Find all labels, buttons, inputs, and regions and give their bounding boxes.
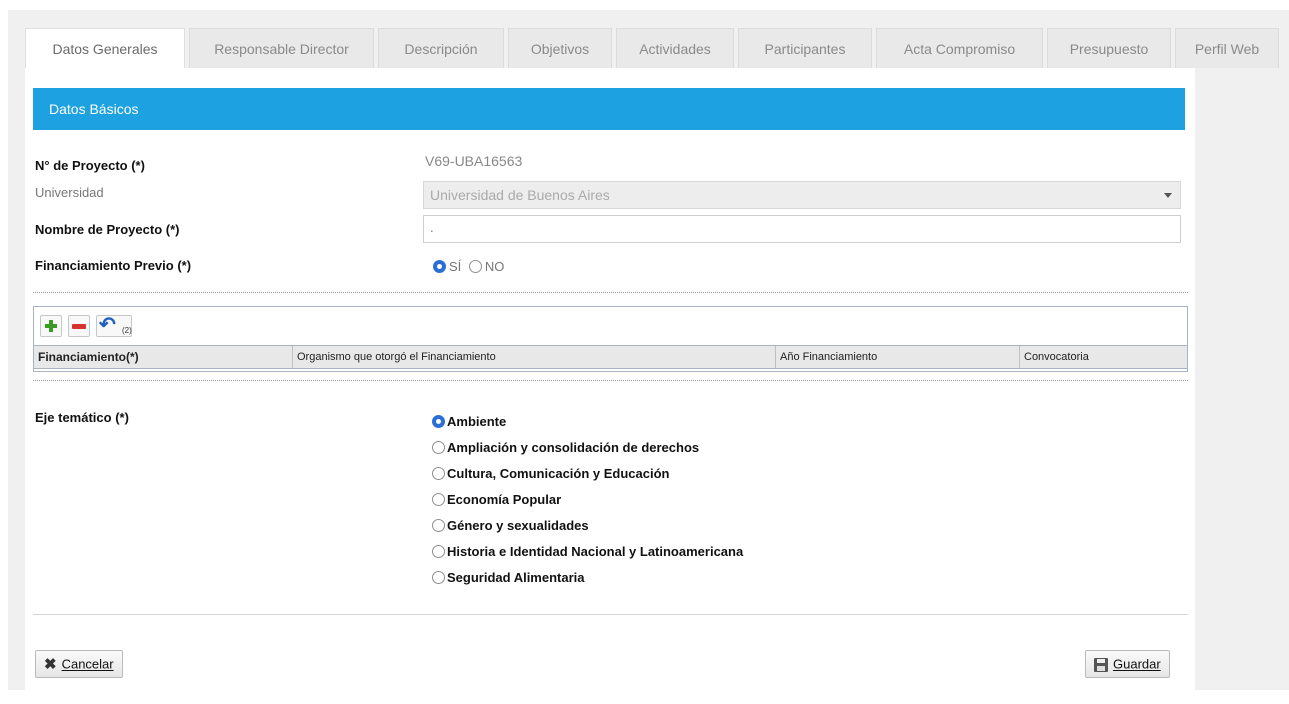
tab-datos-generales[interactable]: Datos Generales <box>25 28 185 69</box>
save-icon <box>1094 657 1108 672</box>
col-convocatoria[interactable]: Convocatoria <box>1020 346 1187 368</box>
nombre-input[interactable]: . <box>423 215 1181 243</box>
fin-si-radio[interactable] <box>433 260 446 274</box>
divider <box>33 292 1188 293</box>
fin-no-radio[interactable] <box>468 260 482 274</box>
undo-count: (2) <box>122 326 132 335</box>
tab-participantes[interactable]: Participantes <box>738 28 872 68</box>
tab-responsable-director[interactable]: Responsable Director <box>189 28 374 68</box>
divider <box>33 380 1188 381</box>
universidad-label: Universidad <box>35 185 104 200</box>
eje-radio[interactable] <box>432 493 445 507</box>
undo-icon: ↶ <box>99 314 116 336</box>
universidad-value: Universidad de Buenos Aires <box>430 187 610 203</box>
col-anio[interactable]: Año Financiamiento <box>776 346 1020 368</box>
eje-radio[interactable] <box>432 415 445 429</box>
form-panel: Datos Básicos N° de Proyecto (*) V69-UBA… <box>25 68 1195 690</box>
cancel-button[interactable]: ✖ Cancelar <box>35 650 123 678</box>
chevron-down-icon <box>1164 193 1172 198</box>
eje-radio[interactable] <box>432 519 445 533</box>
tab-presupuesto[interactable]: Presupuesto <box>1047 28 1171 68</box>
eje-option[interactable]: Historia e Identidad Nacional y Latinoam… <box>432 543 743 569</box>
minus-icon <box>72 324 86 329</box>
col-organismo[interactable]: Organismo que otorgó el Financiamiento <box>293 346 776 368</box>
eje-radio[interactable] <box>432 441 445 455</box>
eje-option[interactable]: Género y sexualidades <box>432 517 743 543</box>
cancel-label: Cancelar <box>61 656 114 672</box>
col-financiamiento[interactable]: Financiamiento(*) <box>34 346 293 368</box>
tab-acta-compromiso[interactable]: Acta Compromiso <box>876 28 1043 68</box>
eje-radio[interactable] <box>432 545 445 559</box>
financiamiento-grid: ↶ (2) Financiamiento(*) Organismo que ot… <box>33 306 1188 372</box>
eje-option[interactable]: Economía Popular <box>432 491 743 517</box>
eje-option[interactable]: Ampliación y consolidación de derechos <box>432 439 743 465</box>
save-button[interactable]: Guardar <box>1085 650 1170 678</box>
eje-option[interactable]: Cultura, Comunicación y Educación <box>432 465 743 491</box>
eje-label: Eje temático (*) <box>35 410 129 425</box>
proyecto-label: N° de Proyecto (*) <box>35 158 145 173</box>
eje-option[interactable]: Ambiente <box>432 413 743 439</box>
remove-row-button[interactable] <box>68 315 90 337</box>
eje-radio[interactable] <box>432 571 445 585</box>
section-title: Datos Básicos <box>33 88 1185 130</box>
divider <box>33 614 1188 615</box>
eje-radio-group: Ambiente Ampliación y consolidación de d… <box>432 413 743 595</box>
fin-si-label: SÍ <box>449 259 462 275</box>
proyecto-value: V69-UBA16563 <box>425 153 523 169</box>
eje-option[interactable]: Seguridad Alimentaria <box>432 569 743 595</box>
tab-perfil-web[interactable]: Perfil Web <box>1175 28 1279 68</box>
undo-button[interactable]: ↶ (2) <box>96 314 132 337</box>
grid-header: Financiamiento(*) Organismo que otorgó e… <box>34 345 1187 369</box>
tab-descripcion[interactable]: Descripción <box>378 28 504 68</box>
add-row-button[interactable] <box>40 315 62 337</box>
financiamiento-radio-group: SÍ NO <box>433 258 508 274</box>
tab-actividades[interactable]: Actividades <box>616 28 734 68</box>
nombre-label: Nombre de Proyecto (*) <box>35 222 180 237</box>
eje-radio[interactable] <box>432 467 445 481</box>
save-label: Guardar <box>1113 656 1161 672</box>
financiamiento-label: Financiamiento Previo (*) <box>35 258 192 273</box>
fin-no-label: NO <box>484 259 505 275</box>
close-icon: ✖ <box>44 655 57 673</box>
tab-objetivos[interactable]: Objetivos <box>508 28 612 68</box>
universidad-select[interactable]: Universidad de Buenos Aires <box>423 181 1181 209</box>
